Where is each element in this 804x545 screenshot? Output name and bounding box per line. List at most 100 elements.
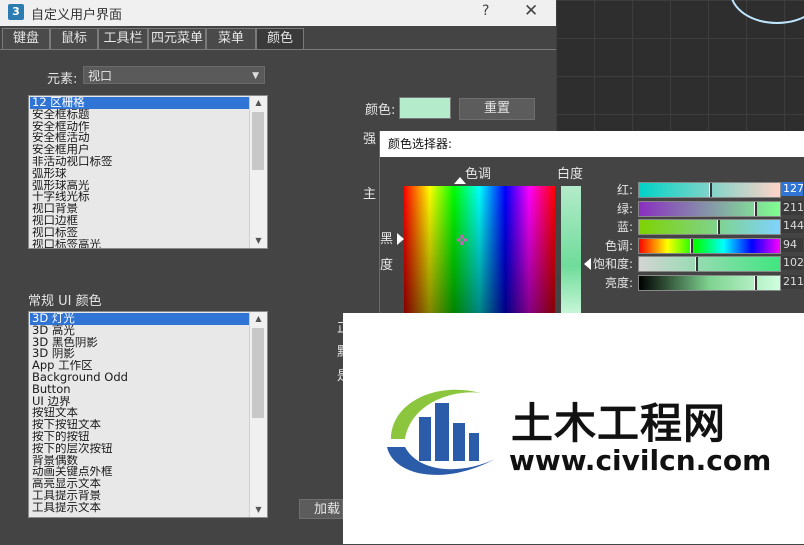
- slider-label: 饱和度:: [592, 257, 633, 272]
- window-title: 自定义用户界面: [31, 8, 123, 23]
- tab-quad-menus[interactable]: 四元菜单: [148, 28, 206, 50]
- list-item[interactable]: 动画关键点外框: [30, 466, 249, 478]
- color-slider[interactable]: [638, 200, 781, 217]
- list-item[interactable]: App 工作区: [30, 360, 249, 372]
- list-item[interactable]: 3D 高光: [30, 325, 249, 337]
- element-listbox[interactable]: 12 区栅格 安全框标题 安全框动作 安全框活动 安全框用户 非活动视口标签 弧形球 弧形球高…: [28, 95, 268, 249]
- list-item[interactable]: 高亮显示文本: [30, 478, 249, 490]
- list-item[interactable]: 安全框活动: [30, 132, 249, 144]
- whiteness-label: 白度: [557, 167, 584, 182]
- slider-knob[interactable]: [754, 201, 758, 216]
- scroll-up-icon[interactable]: ▲: [250, 96, 267, 110]
- slider-label: 绿:: [616, 201, 633, 216]
- list-item[interactable]: 弧形球: [30, 168, 249, 180]
- slider-knob[interactable]: [716, 220, 720, 235]
- scroll-down-icon[interactable]: ▼: [250, 503, 267, 517]
- list-item[interactable]: 安全框标题: [30, 109, 249, 121]
- reset-button[interactable]: 重置: [459, 98, 535, 120]
- scroll-thumb[interactable]: [252, 112, 264, 170]
- color-swatch[interactable]: [399, 97, 451, 119]
- list-item[interactable]: 工具提示背景: [30, 490, 249, 502]
- scroll-up-icon[interactable]: ▲: [250, 312, 267, 326]
- list-item[interactable]: 3D 灯光: [30, 313, 249, 325]
- scroll-down-icon[interactable]: ▼: [250, 234, 267, 248]
- tab-mouse[interactable]: 鼠标: [50, 28, 98, 50]
- color-slider[interactable]: [638, 219, 781, 236]
- list-item[interactable]: 背景偶数: [30, 455, 249, 467]
- hue-pointer-icon[interactable]: [454, 177, 466, 184]
- list-item[interactable]: 非活动视口标签: [30, 156, 249, 168]
- scroll-thumb[interactable]: [252, 328, 264, 418]
- slider-label: 亮度:: [604, 276, 633, 290]
- intensity-label-partial: 强: [363, 132, 377, 147]
- slider-value-field[interactable]: 211: [781, 200, 804, 215]
- element-dropdown-value: 视口: [88, 69, 113, 83]
- tab-toolbars[interactable]: 工具栏: [98, 28, 148, 50]
- color-label: 颜色:: [365, 103, 396, 118]
- slider-label: 红:: [616, 183, 633, 197]
- blackness-label: 黑: [380, 232, 394, 247]
- list-item[interactable]: 十字线光标: [30, 191, 249, 203]
- hue-label: 色调: [465, 167, 492, 182]
- crosshair-icon[interactable]: ✜: [456, 233, 468, 249]
- element-list-scrollbar[interactable]: ▲ ▼: [249, 96, 267, 248]
- general-list-scrollbar[interactable]: ▲ ▼: [249, 312, 267, 517]
- watermark-site-name: 土木工程网: [511, 399, 727, 448]
- tab-menus[interactable]: 菜单: [206, 28, 256, 50]
- slider-value-field[interactable]: 211: [781, 275, 804, 289]
- list-item[interactable]: 视口标签高光: [30, 239, 249, 248]
- list-item[interactable]: 12 区栅格: [30, 97, 249, 109]
- slider-value-field[interactable]: 102: [781, 256, 804, 271]
- slider-knob[interactable]: [690, 238, 694, 253]
- color-slider[interactable]: [638, 256, 781, 273]
- color-picker-title[interactable]: 颜色选择器:: [380, 131, 804, 157]
- list-item[interactable]: 按下的按钮: [30, 431, 249, 443]
- color-slider[interactable]: [638, 237, 781, 254]
- whiteness-strip[interactable]: [561, 186, 581, 331]
- general-ui-colors-label: 常规 UI 颜色: [28, 294, 102, 309]
- close-button[interactable]: ✕: [524, 1, 538, 21]
- list-item[interactable]: 3D 阴影: [30, 348, 249, 360]
- list-item[interactable]: UI 边界: [30, 396, 249, 408]
- slider-knob[interactable]: [754, 276, 758, 290]
- slider-label: 色调:: [604, 238, 633, 253]
- main-label-partial: 主: [363, 187, 377, 202]
- list-item[interactable]: 工具提示文本: [30, 502, 249, 514]
- list-item[interactable]: Background Odd: [30, 372, 249, 384]
- blackness-pointer-icon[interactable]: [397, 233, 404, 245]
- slider-value-field[interactable]: 127: [781, 182, 804, 196]
- load-button[interactable]: 加载: [299, 499, 343, 519]
- element-list: 12 区栅格 安全框标题 安全框动作 安全框活动 安全框用户 非活动视口标签 弧形球 弧形球高…: [30, 97, 249, 248]
- general-colors-listbox[interactable]: 3D 灯光 3D 高光 3D 黑色阴影 3D 阴影 App 工作区 Background …: [28, 311, 268, 518]
- slider-label: 蓝:: [616, 220, 633, 235]
- tab-keyboard[interactable]: 键盘: [2, 28, 50, 50]
- list-item[interactable]: 3D 黑色阴影: [30, 337, 249, 349]
- help-button[interactable]: ?: [482, 3, 489, 19]
- list-item[interactable]: 安全框用户: [30, 144, 249, 156]
- watermark-overlay: 土木工程网 www.civilcn.com: [343, 313, 804, 544]
- list-item[interactable]: Button: [30, 384, 249, 396]
- list-item[interactable]: 安全框动作: [30, 121, 249, 133]
- slider-value-field[interactable]: 144: [781, 219, 804, 234]
- list-item[interactable]: 按下的层次按钮: [30, 443, 249, 455]
- slider-knob[interactable]: [694, 257, 698, 272]
- civilcn-logo-icon: [387, 389, 495, 475]
- tab-colors[interactable]: 颜色: [256, 28, 304, 50]
- watermark-url: www.civilcn.com: [509, 444, 772, 477]
- app-icon: 3: [8, 4, 24, 20]
- chevron-down-icon: ▼: [252, 71, 259, 81]
- list-item[interactable]: 弧形球高光: [30, 180, 249, 192]
- color-slider[interactable]: [638, 275, 781, 291]
- element-dropdown[interactable]: 视口 ▼: [83, 66, 265, 84]
- list-item[interactable]: 按下按钮文本: [30, 419, 249, 431]
- list-item[interactable]: 视口背景: [30, 203, 249, 215]
- color-picker-window: 颜色选择器: 色调 白度 黑 度 ✜ 红: 127 绿: 211 蓝: 144 色调: 94 饱…: [379, 131, 804, 331]
- slider-knob[interactable]: [708, 183, 712, 197]
- list-item[interactable]: 视口标签: [30, 227, 249, 239]
- slider-value-field[interactable]: 94: [781, 237, 803, 252]
- hue-blackness-field[interactable]: [404, 186, 555, 331]
- title-bar[interactable]: 3 自定义用户界面 ? ✕: [0, 0, 556, 26]
- color-slider[interactable]: [638, 182, 781, 198]
- list-item[interactable]: 视口边框: [30, 215, 249, 227]
- list-item[interactable]: 按钮文本: [30, 407, 249, 419]
